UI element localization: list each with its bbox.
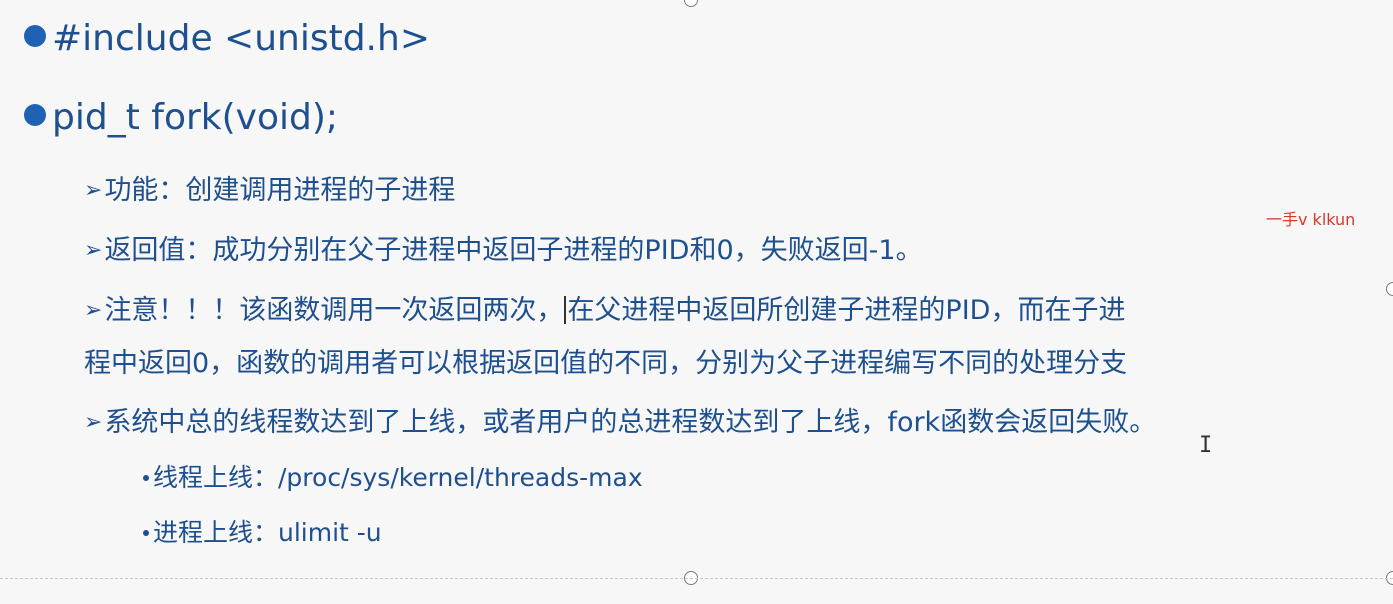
limit-text: 系统中总的线程数达到了上线，或者用户的总进程数达到了上线，fork函数会返回失败… bbox=[104, 407, 1157, 438]
small-bullet-icon bbox=[143, 530, 149, 536]
process-limit-text: 进程上线：ulimit -u bbox=[153, 518, 382, 547]
sub-item-note-continued: 程中返回0，函数的调用者可以根据返回值的不同，分别为父子进程编写不同的处理分支 bbox=[84, 341, 1127, 380]
bullet-dot-icon bbox=[24, 25, 46, 47]
mouse-ibeam-cursor-icon: I bbox=[1199, 433, 1213, 458]
arrow-bullet-icon: ➢ bbox=[84, 238, 103, 263]
resize-handle-right[interactable] bbox=[1386, 282, 1393, 296]
note-text-part1: 注意！！！该函数调用一次返回两次， bbox=[104, 295, 564, 326]
slide: #include <unistd.h> pid_t fork(void); ➢功… bbox=[0, 0, 1393, 604]
bullet-fork-signature: pid_t fork(void); bbox=[24, 97, 338, 138]
arrow-bullet-icon: ➢ bbox=[84, 298, 103, 323]
return-value-text: 返回值：成功分别在父子进程中返回子进程的PID和0，失败返回-1。 bbox=[104, 235, 923, 266]
limit-process: 进程上线：ulimit -u bbox=[143, 513, 382, 549]
arrow-bullet-icon: ➢ bbox=[84, 410, 103, 435]
bullet-include: #include <unistd.h> bbox=[24, 18, 430, 59]
fork-signature-text: pid_t fork(void); bbox=[52, 97, 339, 138]
resize-handle-top[interactable] bbox=[684, 0, 698, 7]
sub-item-function: ➢功能：创建调用进程的子进程 bbox=[84, 168, 455, 207]
note-text-part2: 在父进程中返回所创建子进程的PID，而在子进 bbox=[567, 295, 1126, 326]
arrow-bullet-icon: ➢ bbox=[84, 178, 103, 203]
note-text-line2: 程中返回0，函数的调用者可以根据返回值的不同，分别为父子进程编写不同的处理分支 bbox=[84, 348, 1128, 379]
sub-item-limit: ➢系统中总的线程数达到了上线，或者用户的总进程数达到了上线，fork函数会返回失… bbox=[84, 400, 1156, 439]
sub-item-note: ➢注意！！！该函数调用一次返回两次， 在父进程中返回所创建子进程的PID，而在子进 bbox=[84, 288, 1125, 327]
sub-item-return-value: ➢返回值：成功分别在父子进程中返回子进程的PID和0，失败返回-1。 bbox=[84, 228, 923, 267]
small-bullet-icon bbox=[143, 475, 149, 481]
include-text: #include <unistd.h> bbox=[52, 18, 430, 59]
function-text: 功能：创建调用进程的子进程 bbox=[104, 175, 456, 206]
thread-limit-text: 线程上线：/proc/sys/kernel/threads-max bbox=[153, 463, 643, 492]
textbox-border bbox=[0, 578, 1393, 579]
limit-thread: 线程上线：/proc/sys/kernel/threads-max bbox=[143, 458, 643, 494]
watermark-annotation: 一手v klkun bbox=[1266, 210, 1356, 229]
bullet-dot-icon bbox=[24, 104, 46, 126]
